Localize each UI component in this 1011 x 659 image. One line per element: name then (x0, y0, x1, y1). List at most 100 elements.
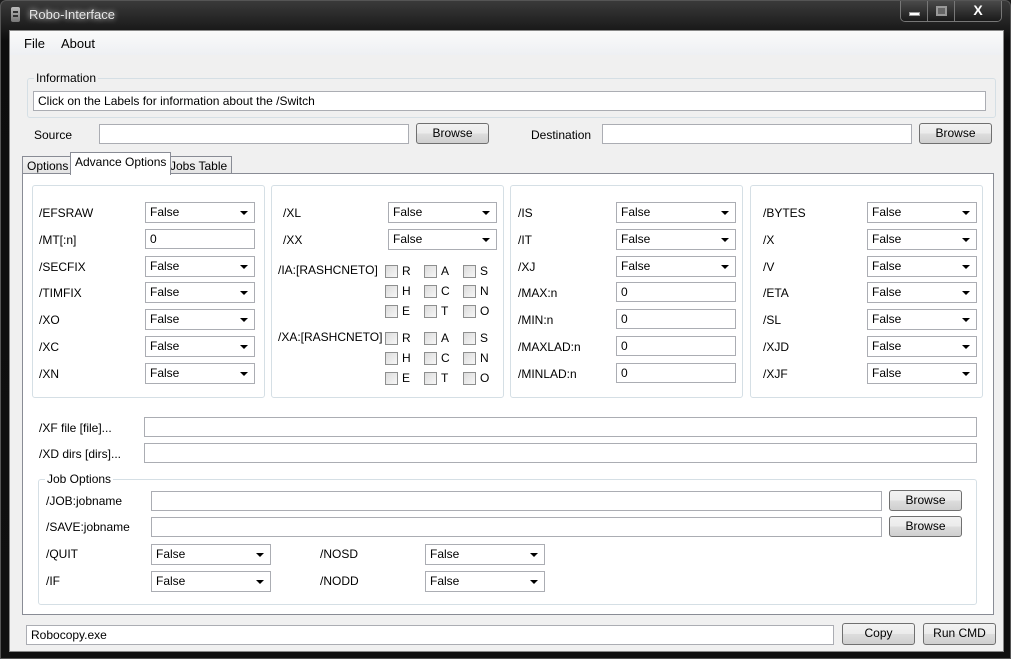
source-browse-button[interactable]: Browse (416, 123, 489, 144)
maxlad-n-label[interactable]: /MAXLAD:n (518, 340, 581, 354)
xjd-label[interactable]: /XJD (763, 340, 789, 354)
close-button[interactable]: X (955, 1, 1001, 21)
xa-checkbox-t[interactable] (424, 372, 437, 385)
xjf-label[interactable]: /XJF (763, 367, 788, 381)
ia-attributes-label[interactable]: /IA:[RASHCNETO] (278, 263, 378, 277)
minimize-button[interactable] (901, 1, 928, 21)
xc-select[interactable]: False (145, 336, 255, 357)
min-n-label[interactable]: /MIN:n (518, 313, 553, 327)
xf-input[interactable] (144, 417, 977, 437)
sl-select[interactable]: False (867, 309, 977, 330)
eta-label[interactable]: /ETA (763, 286, 789, 300)
ia-checkbox-label[interactable]: O (480, 304, 489, 318)
xo-label[interactable]: /XO (39, 313, 60, 327)
ia-checkbox-label[interactable]: R (402, 264, 411, 278)
ia-checkbox-h[interactable] (385, 285, 398, 298)
bytes-label[interactable]: /BYTES (763, 206, 806, 220)
job-input[interactable] (151, 491, 882, 511)
nodd-label[interactable]: /NODD (320, 574, 359, 588)
xa-checkbox-label[interactable]: H (402, 351, 411, 365)
eta-select[interactable]: False (867, 282, 977, 303)
ia-checkbox-label[interactable]: H (402, 284, 411, 298)
ia-checkbox-a[interactable] (424, 265, 437, 278)
ia-checkbox-label[interactable]: S (480, 264, 488, 278)
ia-checkbox-e[interactable] (385, 305, 398, 318)
job-label[interactable]: /JOB:jobname (46, 494, 122, 508)
tab-advance-options[interactable]: Advance Options (70, 152, 172, 175)
ia-checkbox-label[interactable]: C (441, 284, 450, 298)
nosd-select[interactable]: False (425, 544, 545, 565)
xd-input[interactable] (144, 443, 977, 463)
efsraw-label[interactable]: /EFSRAW (39, 206, 93, 220)
it-select[interactable]: False (616, 229, 736, 250)
xa-attributes-label[interactable]: /XA:[RASHCNETO] (278, 330, 382, 344)
ia-checkbox-s[interactable] (463, 265, 476, 278)
nodd-select[interactable]: False (425, 571, 545, 592)
xf-label[interactable]: /XF file [file]... (39, 421, 112, 435)
xa-checkbox-o[interactable] (463, 372, 476, 385)
secfix-select[interactable]: False (145, 256, 255, 277)
xa-checkbox-label[interactable]: E (402, 371, 410, 385)
ia-checkbox-n[interactable] (463, 285, 476, 298)
if-label[interactable]: /IF (46, 574, 60, 588)
ia-checkbox-label[interactable]: E (402, 304, 410, 318)
xa-checkbox-n[interactable] (463, 352, 476, 365)
mt-n-label[interactable]: /MT[:n] (39, 233, 76, 247)
xa-checkbox-label[interactable]: N (480, 351, 489, 365)
xa-checkbox-label[interactable]: C (441, 351, 450, 365)
xjf-select[interactable]: False (867, 363, 977, 384)
run-cmd-button[interactable]: Run CMD (923, 623, 996, 645)
xa-checkbox-label[interactable]: R (402, 331, 411, 345)
xa-checkbox-label[interactable]: O (480, 371, 489, 385)
is-select[interactable]: False (616, 202, 736, 223)
title-bar[interactable]: Robo-Interface X (1, 1, 1010, 30)
xn-select[interactable]: False (145, 363, 255, 384)
maximize-button[interactable] (928, 1, 955, 21)
destination-label[interactable]: Destination (531, 128, 591, 142)
ia-checkbox-r[interactable] (385, 265, 398, 278)
xx-select[interactable]: False (388, 229, 497, 250)
xa-checkbox-label[interactable]: S (480, 331, 488, 345)
xjd-select[interactable]: False (867, 336, 977, 357)
copy-button[interactable]: Copy (842, 623, 915, 645)
xj-select[interactable]: False (616, 256, 736, 277)
timfix-select[interactable]: False (145, 282, 255, 303)
x-label[interactable]: /X (763, 233, 774, 247)
source-label[interactable]: Source (34, 128, 72, 142)
xj-label[interactable]: /XJ (518, 260, 535, 274)
menu-about[interactable]: About (61, 36, 95, 51)
save-label[interactable]: /SAVE:jobname (46, 520, 130, 534)
sl-label[interactable]: /SL (763, 313, 781, 327)
ia-checkbox-o[interactable] (463, 305, 476, 318)
ia-checkbox-label[interactable]: A (441, 264, 449, 278)
ia-checkbox-c[interactable] (424, 285, 437, 298)
destination-browse-button[interactable]: Browse (919, 123, 992, 144)
xa-checkbox-a[interactable] (424, 332, 437, 345)
menu-file[interactable]: File (24, 36, 45, 51)
xa-checkbox-label[interactable]: A (441, 331, 449, 345)
ia-checkbox-t[interactable] (424, 305, 437, 318)
minlad-n-input[interactable]: 0 (616, 363, 736, 383)
quit-label[interactable]: /QUIT (46, 547, 78, 561)
nosd-label[interactable]: /NOSD (320, 547, 358, 561)
xd-label[interactable]: /XD dirs [dirs]... (39, 447, 121, 461)
information-text[interactable]: Click on the Labels for information abou… (33, 91, 986, 111)
xn-label[interactable]: /XN (39, 367, 59, 381)
source-input[interactable] (99, 124, 409, 144)
xa-checkbox-r[interactable] (385, 332, 398, 345)
v-select[interactable]: False (867, 256, 977, 277)
x-select[interactable]: False (867, 229, 977, 250)
if-select[interactable]: False (151, 571, 271, 592)
min-n-input[interactable]: 0 (616, 309, 736, 329)
xc-label[interactable]: /XC (39, 340, 59, 354)
destination-input[interactable] (602, 124, 912, 144)
it-label[interactable]: /IT (518, 233, 532, 247)
xa-checkbox-label[interactable]: T (441, 371, 448, 385)
max-n-input[interactable]: 0 (616, 282, 736, 302)
xa-checkbox-c[interactable] (424, 352, 437, 365)
v-label[interactable]: /V (763, 260, 774, 274)
minlad-n-label[interactable]: /MINLAD:n (518, 367, 577, 381)
mt-n-input[interactable]: 0 (145, 229, 255, 249)
ia-checkbox-label[interactable]: N (480, 284, 489, 298)
xl-select[interactable]: False (388, 202, 497, 223)
